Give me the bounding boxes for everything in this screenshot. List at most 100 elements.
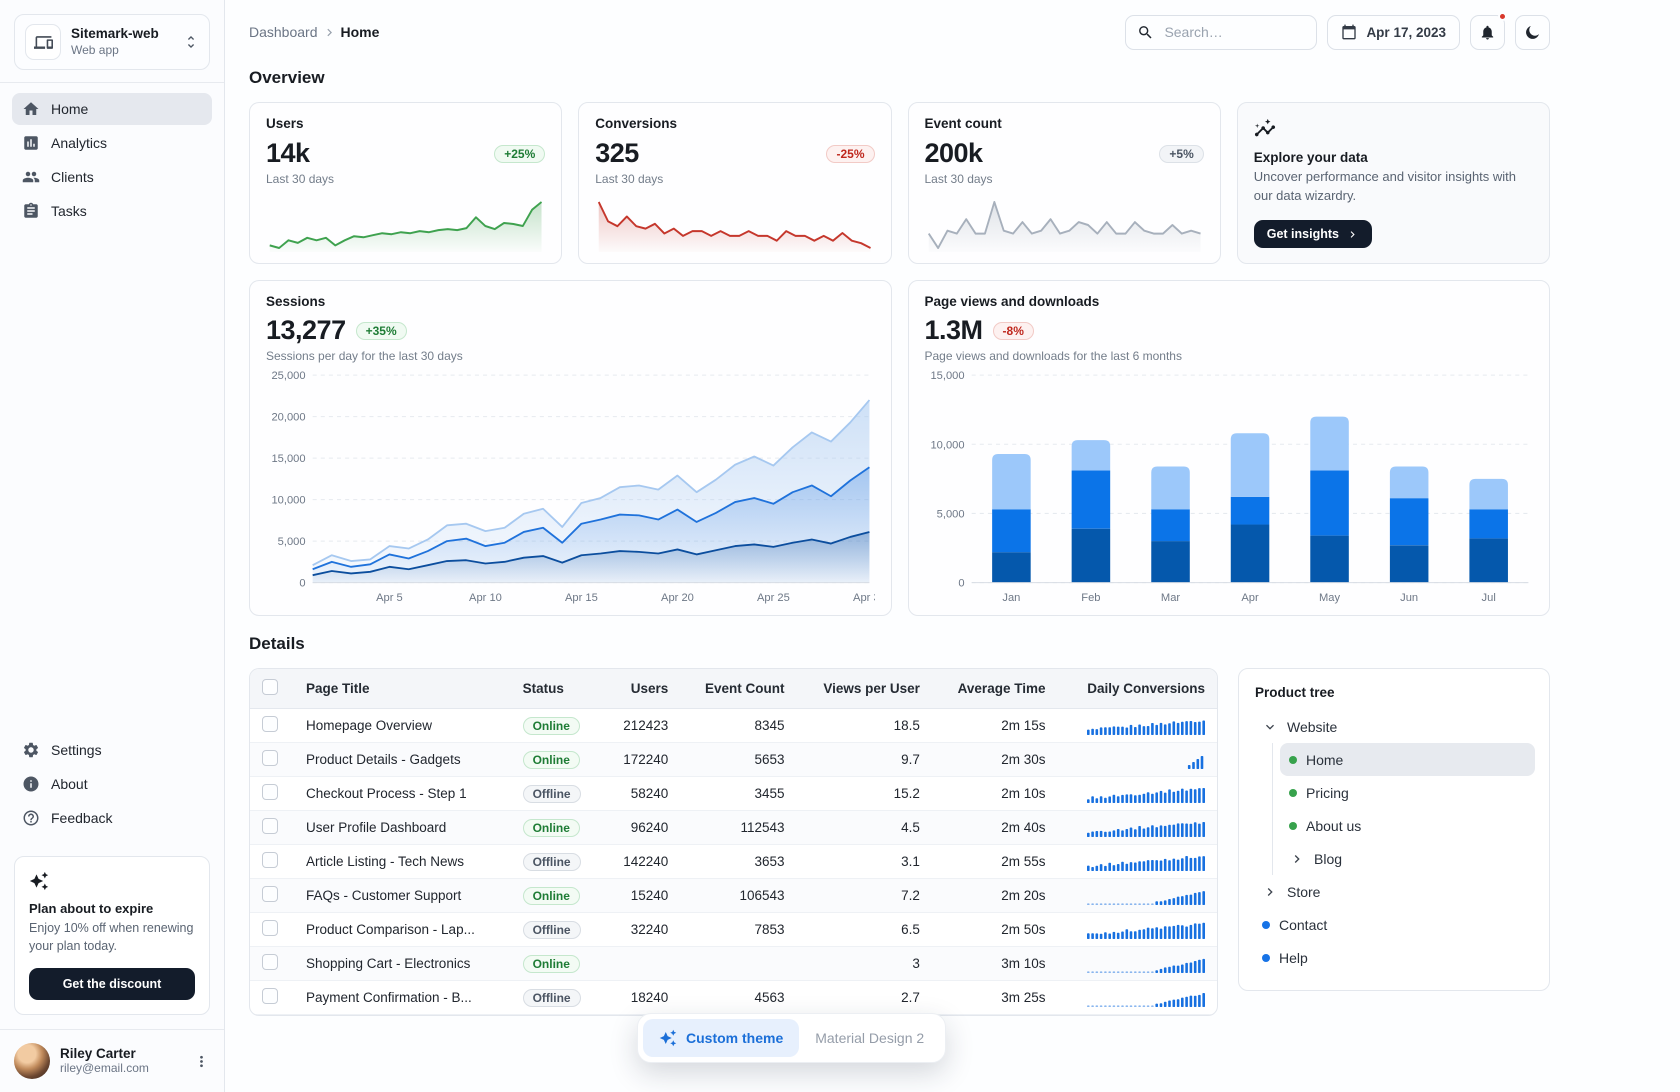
- stat-value: 325: [595, 138, 639, 169]
- svg-text:20,000: 20,000: [271, 412, 305, 424]
- sidebar-item-label: Tasks: [51, 203, 87, 219]
- tree-item-blog[interactable]: Blog: [1280, 842, 1535, 875]
- svg-text:Feb: Feb: [1081, 592, 1100, 604]
- svg-text:Jun: Jun: [1400, 592, 1418, 604]
- table-row[interactable]: Checkout Process - Step 1Offline58240345…: [250, 777, 1217, 811]
- tree-item-about-us[interactable]: About us: [1280, 809, 1535, 842]
- table-row[interactable]: Shopping Cart - ElectronicsOnline33m 10s: [250, 947, 1217, 981]
- sidebar-item-about[interactable]: About: [12, 768, 212, 800]
- material-design-2-button[interactable]: Material Design 2: [799, 1020, 940, 1056]
- sidebar: Sitemark-web Web app Home AnalyticsClient…: [0, 0, 225, 1092]
- views-per-user-cell: 2.7: [797, 981, 932, 1015]
- sidebar-item-analytics[interactable]: Analytics: [12, 127, 212, 159]
- tree-item-label: Store: [1287, 884, 1320, 900]
- events-sparkline: [925, 192, 1204, 263]
- row-checkbox[interactable]: [262, 750, 278, 766]
- page-title-cell: Product Comparison - Lap...: [294, 913, 511, 947]
- app-selector[interactable]: Sitemark-web Web app: [14, 14, 210, 70]
- product-tree: WebsiteHomePricingAbout us Blog Store Conta…: [1253, 710, 1535, 974]
- tree-item-website[interactable]: Website: [1253, 710, 1535, 743]
- table-row[interactable]: Article Listing - Tech NewsOffline142240…: [250, 845, 1217, 879]
- custom-theme-button[interactable]: Custom theme: [643, 1019, 799, 1057]
- row-checkbox[interactable]: [262, 886, 278, 902]
- chevron-right-icon: [1289, 851, 1305, 867]
- chevron-right-icon: [322, 25, 337, 40]
- users-cell: 18240: [603, 981, 681, 1015]
- get-insights-button[interactable]: Get insights: [1254, 220, 1372, 248]
- app-name: Sitemark-web: [71, 26, 173, 42]
- sidebar-item-label: About: [51, 776, 88, 792]
- table-row[interactable]: Product Details - GadgetsOnline172240565…: [250, 743, 1217, 777]
- daily-conversions-cell: [1057, 845, 1217, 879]
- sidebar-item-clients[interactable]: Clients: [12, 161, 212, 193]
- views-per-user-cell: 18.5: [797, 709, 932, 743]
- notifications-button[interactable]: [1470, 15, 1505, 50]
- page-title-cell: User Profile Dashboard: [294, 811, 511, 845]
- tree-item-store[interactable]: Store: [1253, 875, 1535, 908]
- row-checkbox[interactable]: [262, 988, 278, 1004]
- column-header[interactable]: Daily Conversions: [1057, 669, 1217, 709]
- row-checkbox[interactable]: [262, 954, 278, 970]
- breadcrumb-home: Home: [341, 24, 380, 40]
- tree-item-contact[interactable]: Contact: [1253, 908, 1535, 941]
- table-row[interactable]: FAQs - Customer SupportOnline15240106543…: [250, 879, 1217, 913]
- column-header[interactable]: Users: [603, 669, 681, 709]
- get-discount-button[interactable]: Get the discount: [29, 968, 195, 1000]
- date-picker-button[interactable]: Apr 17, 2023: [1327, 15, 1460, 50]
- column-header[interactable]: Status: [511, 669, 603, 709]
- explore-card: Explore your data Uncover performance an…: [1237, 102, 1550, 264]
- sidebar-item-home[interactable]: Home: [12, 93, 212, 125]
- column-header[interactable]: Views per User: [797, 669, 932, 709]
- select-all-checkbox[interactable]: [262, 679, 278, 695]
- notification-dot: [1498, 12, 1507, 21]
- product-tree-title: Product tree: [1255, 685, 1533, 700]
- sidebar-item-tasks[interactable]: Tasks: [12, 195, 212, 227]
- breadcrumb-dashboard[interactable]: Dashboard: [249, 24, 318, 40]
- search-input[interactable]: [1162, 23, 1305, 41]
- column-header[interactable]: Event Count: [680, 669, 796, 709]
- sessions-caption: Sessions per day for the last 30 days: [266, 349, 875, 363]
- table-row[interactable]: Homepage OverviewOnline212423834518.52m …: [250, 709, 1217, 743]
- green-dot: [1289, 789, 1297, 797]
- clients-icon: [22, 168, 40, 186]
- get-insights-label: Get insights: [1267, 227, 1339, 241]
- more-vert-icon[interactable]: [193, 1053, 210, 1070]
- page-title-cell: Shopping Cart - Electronics: [294, 947, 511, 981]
- tree-item-help[interactable]: Help: [1253, 941, 1535, 974]
- search-box[interactable]: [1125, 15, 1317, 50]
- stat-caption: Last 30 days: [925, 172, 1204, 186]
- views-per-user-cell: 6.5: [797, 913, 932, 947]
- page-title-cell: Checkout Process - Step 1: [294, 777, 511, 811]
- daily-conversions-cell: [1057, 879, 1217, 913]
- column-header[interactable]: Average Time: [932, 669, 1058, 709]
- material-design-2-label: Material Design 2: [815, 1030, 924, 1046]
- table-row[interactable]: Product Comparison - Lap...Offline322407…: [250, 913, 1217, 947]
- row-checkbox[interactable]: [262, 818, 278, 834]
- details-table: Page TitleStatusUsersEvent CountViews pe…: [250, 669, 1217, 1015]
- views-per-user-cell: 3.1: [797, 845, 932, 879]
- tree-item-home[interactable]: Home: [1280, 743, 1535, 776]
- event-count-cell: 3653: [680, 845, 796, 879]
- row-checkbox[interactable]: [262, 784, 278, 800]
- tree-item-pricing[interactable]: Pricing: [1280, 776, 1535, 809]
- sidebar-item-settings[interactable]: Settings: [12, 734, 212, 766]
- gear-icon: [22, 741, 40, 759]
- home-icon: [22, 100, 40, 118]
- table-row[interactable]: User Profile DashboardOnline962401125434…: [250, 811, 1217, 845]
- column-header[interactable]: Page Title: [294, 669, 511, 709]
- sidebar-item-label: Home: [51, 101, 88, 117]
- row-checkbox[interactable]: [262, 852, 278, 868]
- row-checkbox[interactable]: [262, 920, 278, 936]
- sidebar-item-feedback[interactable]: Feedback: [12, 802, 212, 834]
- table-row[interactable]: Payment Confirmation - B...Offline182404…: [250, 981, 1217, 1015]
- daily-conversions-cell: [1057, 709, 1217, 743]
- stat-value: 14k: [266, 138, 310, 169]
- event-count-cell: 8345: [680, 709, 796, 743]
- dark-mode-toggle[interactable]: [1515, 15, 1550, 50]
- user-email: riley@email.com: [60, 1062, 183, 1076]
- avatar: [14, 1043, 50, 1079]
- svg-text:Apr: Apr: [1241, 592, 1259, 604]
- tree-item-label: Blog: [1314, 851, 1342, 867]
- row-checkbox[interactable]: [262, 716, 278, 732]
- page-title-cell: Article Listing - Tech News: [294, 845, 511, 879]
